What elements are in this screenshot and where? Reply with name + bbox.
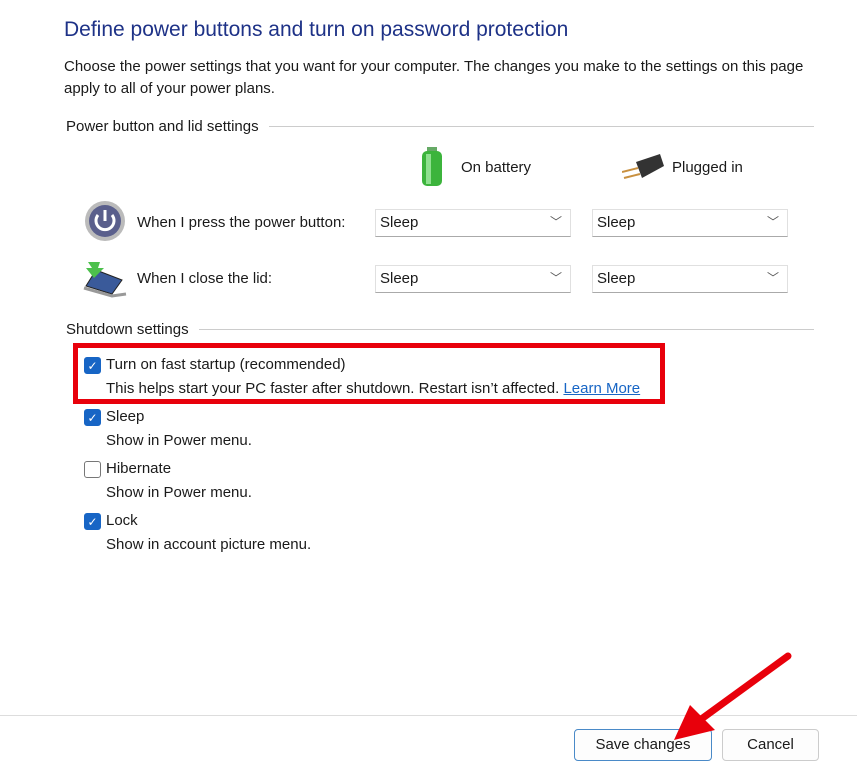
lid-label: When I close the lid: [137, 270, 273, 287]
hibernate-label: Hibernate [106, 460, 172, 477]
selected-value: Sleep [380, 270, 419, 287]
option-desc: This helps start your PC faster after sh… [106, 380, 560, 397]
power-button-battery-select[interactable]: Sleep ﹀ [375, 209, 571, 237]
fast-startup-desc: This helps start your PC faster after sh… [106, 380, 640, 397]
selected-value: Sleep [597, 270, 636, 287]
sleep-checkbox[interactable]: ✓ [84, 409, 101, 426]
power-icon [85, 201, 125, 241]
group-label: Power button and lid settings [66, 118, 259, 135]
red-arrow-annotation [674, 652, 792, 740]
column-on-battery: On battery [461, 159, 532, 176]
fast-startup-checkbox[interactable]: ✓ [84, 357, 101, 374]
divider [268, 126, 814, 127]
lock-checkbox[interactable]: ✓ [84, 513, 101, 530]
sleep-label: Sleep [106, 408, 145, 425]
chevron-down-icon: ﹀ [549, 215, 562, 229]
power-group-header: Power button and lid settings [66, 118, 814, 135]
group-label: Shutdown settings [66, 321, 189, 338]
page-description: Choose the power settings that you want … [64, 58, 804, 97]
shutdown-group-header: Shutdown settings [66, 321, 814, 338]
chevron-down-icon: ﹀ [549, 271, 562, 285]
fast-startup-label: Turn on fast startup (recommended) [106, 356, 346, 373]
lock-desc: Show in account picture menu. [106, 536, 312, 553]
battery-icon [422, 147, 442, 186]
learn-more-link[interactable]: Learn More [563, 380, 640, 397]
hibernate-checkbox[interactable] [84, 461, 101, 478]
chevron-down-icon: ﹀ [766, 215, 779, 229]
divider [198, 329, 814, 330]
sleep-desc: Show in Power menu. [106, 432, 252, 449]
laptop-lid-icon [83, 262, 127, 298]
power-button-label: When I press the power button: [137, 214, 346, 231]
page-title: Define power buttons and turn on passwor… [64, 18, 569, 41]
lock-label: Lock [106, 512, 138, 529]
power-button-plugged-select[interactable]: Sleep ﹀ [592, 209, 788, 237]
lid-battery-select[interactable]: Sleep ﹀ [375, 265, 571, 293]
lid-plugged-select[interactable]: Sleep ﹀ [592, 265, 788, 293]
selected-value: Sleep [380, 214, 419, 231]
chevron-down-icon: ﹀ [766, 271, 779, 285]
column-plugged-in: Plugged in [672, 159, 743, 176]
hibernate-desc: Show in Power menu. [106, 484, 252, 501]
selected-value: Sleep [597, 214, 636, 231]
plug-icon [622, 154, 664, 179]
